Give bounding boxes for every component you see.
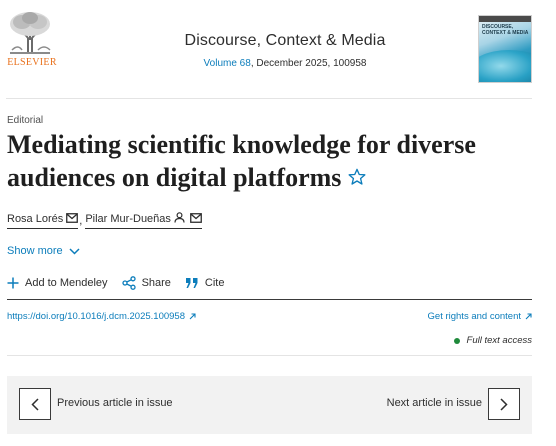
journal-header: ELSEVIER Discourse, Context & Media Volu… bbox=[0, 0, 556, 99]
volume-link[interactable]: Volume 68 bbox=[204, 58, 251, 69]
next-article-button[interactable] bbox=[488, 388, 520, 420]
toolbar-divider bbox=[7, 299, 532, 300]
article-title-text: Mediating scientific knowledge for diver… bbox=[7, 130, 476, 192]
quote-icon bbox=[185, 278, 198, 288]
full-text-access-badge: Full text access bbox=[453, 335, 532, 346]
author-separator: , bbox=[79, 214, 83, 227]
next-article-label[interactable]: Next article in issue bbox=[387, 397, 482, 409]
header-divider bbox=[6, 98, 532, 99]
show-more-label: Show more bbox=[7, 245, 63, 257]
rights-and-content-link[interactable]: Get rights and content bbox=[428, 311, 532, 322]
access-divider bbox=[7, 355, 532, 356]
chevron-right-icon bbox=[500, 397, 508, 411]
chevron-left-icon bbox=[31, 397, 39, 411]
share-label: Share bbox=[141, 277, 171, 289]
issue-date: , December 2025, 100958 bbox=[250, 58, 367, 69]
cover-title: DISCOURSE, CONTEXT & MEDIA bbox=[482, 24, 529, 36]
journal-name[interactable]: Discourse, Context & Media bbox=[120, 32, 450, 50]
cover-art bbox=[479, 50, 531, 82]
journal-cover-image[interactable]: DISCOURSE, CONTEXT & MEDIA bbox=[478, 15, 532, 83]
show-more-button[interactable]: Show more bbox=[7, 245, 80, 257]
star-outline-icon[interactable] bbox=[347, 162, 367, 195]
elsevier-logo[interactable]: ELSEVIER bbox=[6, 10, 57, 68]
author-name: Rosa Lorés bbox=[7, 213, 64, 225]
rights-text: Get rights and content bbox=[427, 311, 521, 322]
doi-link[interactable]: https://doi.org/10.1016/j.dcm.2025.10095… bbox=[7, 311, 196, 322]
mail-icon bbox=[190, 212, 202, 226]
article-toolbar: Add to Mendeley Share Cite bbox=[7, 276, 238, 290]
author-name: Pilar Mur-Dueñas bbox=[85, 213, 171, 225]
add-to-mendeley-label: Add to Mendeley bbox=[25, 277, 108, 289]
plus-icon bbox=[7, 277, 19, 289]
author-rosa-lores[interactable]: Rosa Lorés bbox=[7, 212, 79, 229]
cite-label: Cite bbox=[204, 277, 225, 289]
share-icon bbox=[121, 276, 136, 290]
cite-button[interactable]: Cite bbox=[185, 277, 225, 289]
external-link-arrow-icon bbox=[189, 313, 196, 320]
previous-article-label[interactable]: Previous article in issue bbox=[57, 397, 173, 409]
share-button[interactable]: Share bbox=[121, 276, 171, 290]
mail-icon bbox=[66, 212, 79, 226]
cover-band bbox=[479, 16, 531, 22]
access-status-dot bbox=[453, 337, 460, 344]
article-title: Mediating scientific knowledge for diver… bbox=[7, 128, 527, 195]
chevron-down-icon bbox=[69, 247, 80, 255]
elsevier-wordmark: ELSEVIER bbox=[7, 57, 57, 68]
person-icon bbox=[174, 212, 185, 226]
journal-issue-info: Volume 68, December 2025, 100958 bbox=[120, 58, 450, 69]
issue-navigation: Previous article in issue Next article i… bbox=[7, 376, 532, 434]
journal-info: Discourse, Context & Media Volume 68, De… bbox=[120, 32, 450, 69]
author-pilar-mur-duenas[interactable]: Pilar Mur-Dueñas bbox=[85, 212, 202, 229]
doi-text: https://doi.org/10.1016/j.dcm.2025.10095… bbox=[7, 311, 185, 322]
author-list: Rosa Lorés , Pilar Mur-Dueñas bbox=[7, 212, 202, 229]
access-label: Full text access bbox=[466, 335, 532, 346]
add-to-mendeley-button[interactable]: Add to Mendeley bbox=[7, 277, 108, 289]
elsevier-tree-logo-icon bbox=[6, 10, 54, 56]
article-type: Editorial bbox=[7, 115, 44, 126]
previous-article-button[interactable] bbox=[19, 388, 51, 420]
external-link-arrow-icon bbox=[525, 313, 532, 320]
